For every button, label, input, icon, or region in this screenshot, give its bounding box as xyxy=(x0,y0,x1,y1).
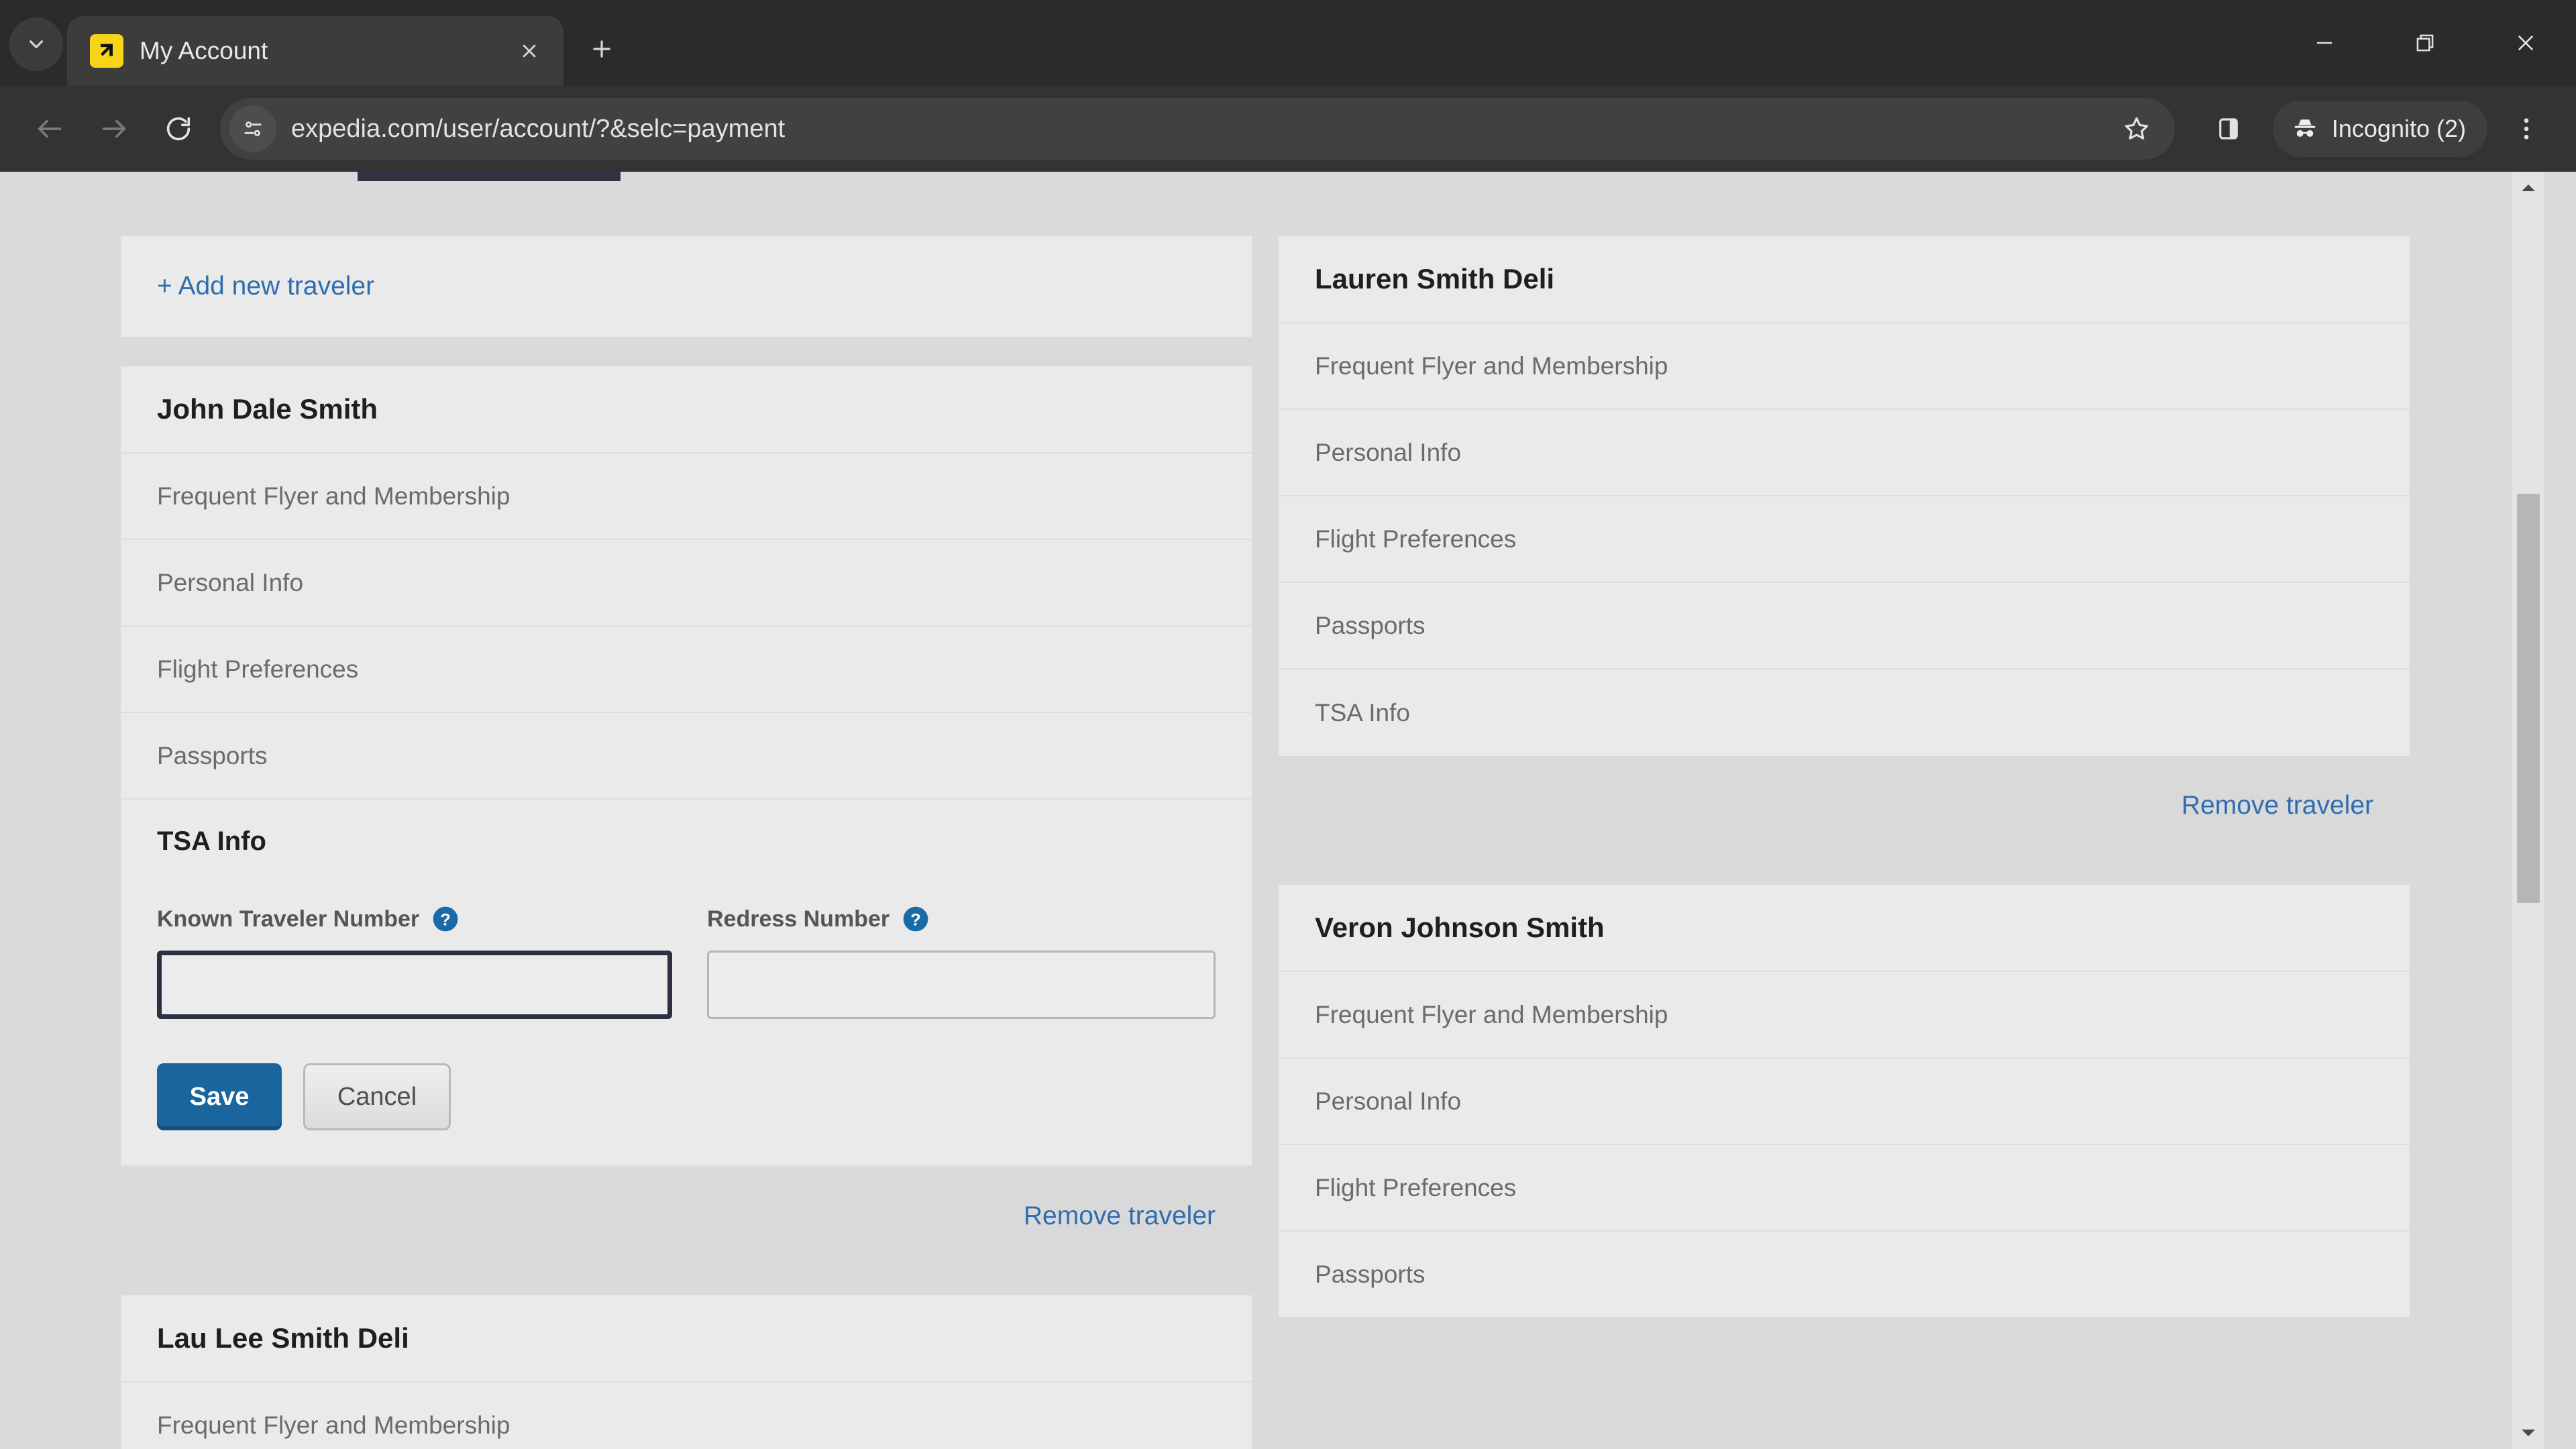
section-row-flight-preferences[interactable]: Flight Preferences xyxy=(1279,1145,2410,1232)
section-row-passports[interactable]: Passports xyxy=(1279,583,2410,669)
page-viewport: + Add new traveler John Dale Smith Frequ… xyxy=(0,172,2576,1449)
remove-traveler-link[interactable]: Remove traveler xyxy=(2182,791,2373,820)
save-button[interactable]: Save xyxy=(157,1063,282,1130)
browser-toolbar: expedia.com/user/account/?&selc=payment … xyxy=(0,86,2576,172)
section-row-frequent-flyer[interactable]: Frequent Flyer and Membership xyxy=(1279,323,2410,410)
section-row-flight-preferences[interactable]: Flight Preferences xyxy=(121,627,1252,713)
svg-text:?: ? xyxy=(910,910,921,929)
add-new-traveler-link[interactable]: + Add new traveler xyxy=(157,272,374,301)
svg-text:?: ? xyxy=(440,910,451,929)
site-settings-icon[interactable] xyxy=(229,105,276,152)
side-panel-icon[interactable] xyxy=(2196,97,2261,161)
browser-window: My Account expedia.com/user/account/?&se… xyxy=(0,0,2576,1449)
tsa-info-heading[interactable]: TSA Info xyxy=(157,826,1216,857)
account-page: + Add new traveler John Dale Smith Frequ… xyxy=(0,172,2544,1449)
section-row-passports[interactable]: Passports xyxy=(1279,1232,2410,1318)
scrollbar-thumb[interactable] xyxy=(2517,494,2540,903)
traveler-card-footer: Remove traveler xyxy=(1279,756,2410,855)
left-column: + Add new traveler John Dale Smith Frequ… xyxy=(121,236,1252,1449)
travelers-grid: + Add new traveler John Dale Smith Frequ… xyxy=(0,236,2512,1449)
known-traveler-number-input[interactable] xyxy=(157,951,672,1019)
section-row-personal-info[interactable]: Personal Info xyxy=(121,540,1252,627)
three-dot-menu-icon[interactable] xyxy=(2494,97,2559,161)
section-row-frequent-flyer[interactable]: Frequent Flyer and Membership xyxy=(121,453,1252,540)
star-icon[interactable] xyxy=(2110,103,2163,155)
traveler-card-footer: Remove traveler xyxy=(121,1167,1252,1266)
incognito-label: Incognito (2) xyxy=(2331,115,2466,142)
section-row-passports[interactable]: Passports xyxy=(121,713,1252,800)
scroll-up-arrow-icon[interactable] xyxy=(2512,172,2544,204)
close-tab-icon[interactable] xyxy=(510,32,549,70)
section-row-frequent-flyer[interactable]: Frequent Flyer and Membership xyxy=(1279,972,2410,1059)
window-close-icon[interactable] xyxy=(2475,0,2576,86)
cancel-button[interactable]: Cancel xyxy=(303,1063,451,1130)
clipped-active-tab[interactable] xyxy=(358,172,621,181)
traveler-card-lau-lee-smith-deli: Lau Lee Smith Deli Frequent Flyer and Me… xyxy=(121,1295,1252,1449)
new-tab-icon[interactable] xyxy=(574,21,629,76)
minimize-icon[interactable] xyxy=(2274,0,2375,86)
help-icon[interactable]: ? xyxy=(902,905,930,933)
traveler-card-veron-johnson-smith: Veron Johnson Smith Frequent Flyer and M… xyxy=(1279,885,2410,1318)
redress-number-field: Redress Number ? xyxy=(706,905,1216,1019)
help-icon[interactable]: ? xyxy=(431,905,460,933)
known-traveler-number-label-text: Known Traveler Number xyxy=(157,906,420,932)
tab-search-icon[interactable] xyxy=(9,17,63,71)
remove-traveler-link[interactable]: Remove traveler xyxy=(1024,1201,1216,1231)
reload-icon[interactable] xyxy=(146,97,211,161)
traveler-name: John Dale Smith xyxy=(121,366,1252,453)
traveler-name: Veron Johnson Smith xyxy=(1279,885,2410,972)
traveler-card-john-dale-smith: John Dale Smith Frequent Flyer and Membe… xyxy=(121,366,1252,1266)
tab-strip: My Account xyxy=(0,0,2576,86)
known-traveler-number-field: Known Traveler Number ? xyxy=(157,905,672,1019)
tsa-info-section: TSA Info Known Traveler Number ? Redress… xyxy=(121,800,1252,1167)
expedia-favicon xyxy=(90,34,123,68)
redress-number-label: Redress Number ? xyxy=(707,905,1216,933)
section-row-flight-preferences[interactable]: Flight Preferences xyxy=(1279,496,2410,583)
page-scrollbar[interactable] xyxy=(2512,172,2544,1449)
traveler-card-lauren-smith-deli: Lauren Smith Deli Frequent Flyer and Mem… xyxy=(1279,236,2410,855)
address-bar[interactable]: expedia.com/user/account/?&selc=payment xyxy=(220,98,2175,160)
tsa-button-row: Save Cancel xyxy=(157,1063,1216,1130)
browser-tab[interactable]: My Account xyxy=(67,16,564,86)
section-row-frequent-flyer[interactable]: Frequent Flyer and Membership xyxy=(121,1383,1252,1449)
right-column: Lauren Smith Deli Frequent Flyer and Mem… xyxy=(1279,236,2410,1449)
window-controls xyxy=(2274,0,2576,86)
scroll-down-arrow-icon[interactable] xyxy=(2512,1417,2544,1449)
back-arrow-icon[interactable] xyxy=(17,97,82,161)
tsa-field-row: Known Traveler Number ? Redress Number ? xyxy=(157,905,1216,1019)
section-row-tsa-info[interactable]: TSA Info xyxy=(1279,669,2410,756)
section-row-personal-info[interactable]: Personal Info xyxy=(1279,1059,2410,1145)
incognito-indicator[interactable]: Incognito (2) xyxy=(2272,101,2487,157)
traveler-name: Lauren Smith Deli xyxy=(1279,236,2410,323)
known-traveler-number-label: Known Traveler Number ? xyxy=(157,905,672,933)
section-row-personal-info[interactable]: Personal Info xyxy=(1279,410,2410,496)
add-new-traveler-card[interactable]: + Add new traveler xyxy=(121,236,1252,337)
redress-number-input[interactable] xyxy=(706,951,1216,1019)
forward-arrow-icon[interactable] xyxy=(82,97,146,161)
restore-icon[interactable] xyxy=(2375,0,2475,86)
traveler-name: Lau Lee Smith Deli xyxy=(121,1295,1252,1383)
tab-title: My Account xyxy=(140,37,268,64)
redress-number-label-text: Redress Number xyxy=(706,906,890,932)
url-text[interactable]: expedia.com/user/account/?&selc=payment xyxy=(291,115,2110,144)
incognito-spy-icon xyxy=(2294,119,2316,137)
